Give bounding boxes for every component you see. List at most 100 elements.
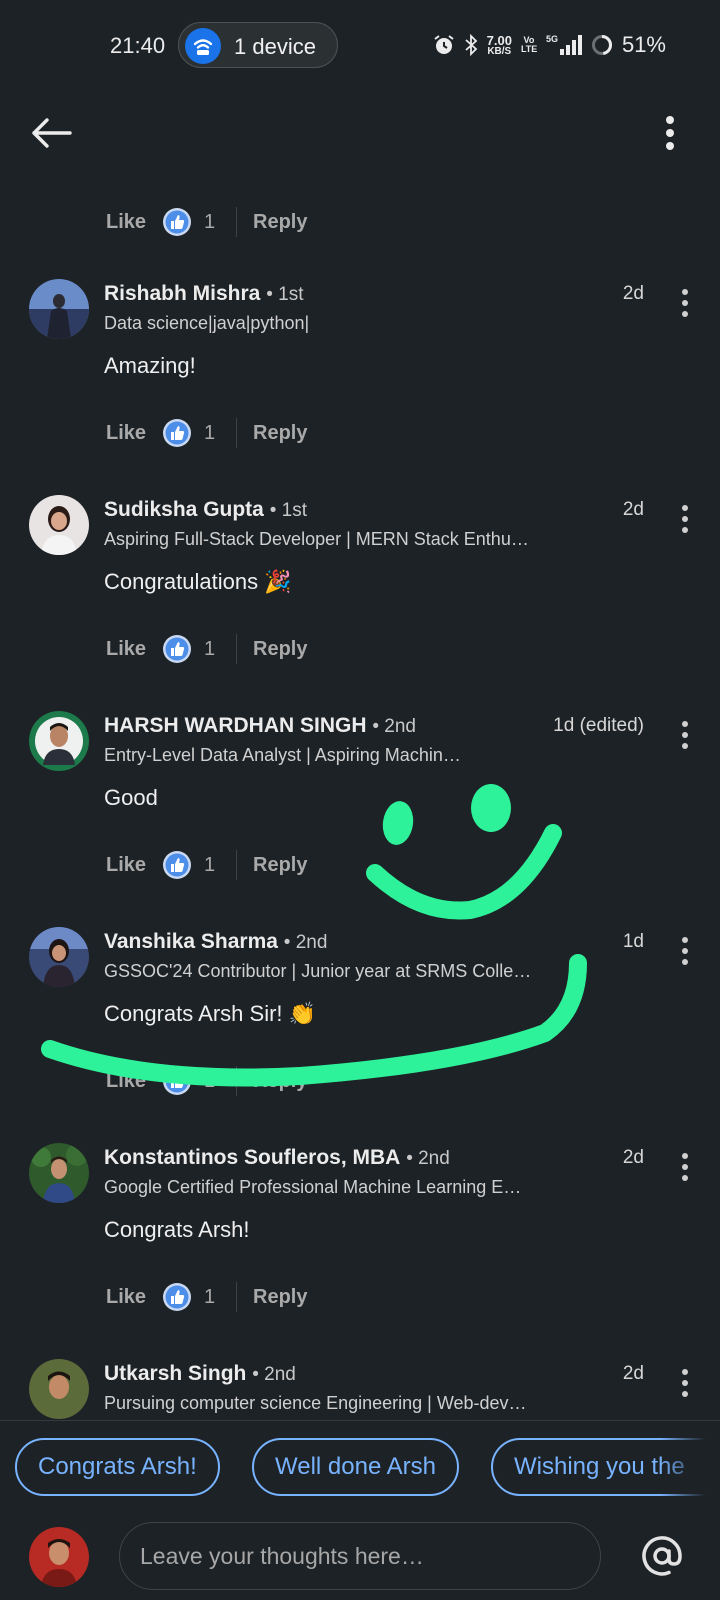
comment-item: HARSH WARDHAN SINGH • 2nd 1d (edited) En… bbox=[0, 711, 720, 927]
hotspot-icon bbox=[185, 28, 221, 64]
comment-text: Good bbox=[104, 785, 158, 810]
bluetooth-icon bbox=[465, 34, 477, 56]
author-name[interactable]: Vanshika Sharma bbox=[104, 930, 278, 953]
action-divider bbox=[236, 850, 237, 880]
author-headline: Entry-Level Data Analyst | Aspiring Mach… bbox=[104, 745, 461, 765]
action-divider bbox=[236, 418, 237, 448]
like-button[interactable]: Like bbox=[106, 1070, 162, 1093]
comment-more-icon[interactable] bbox=[670, 501, 700, 537]
like-button[interactable]: Like bbox=[106, 211, 162, 234]
comments-feed[interactable]: Like 1 Reply Rishabh Mishra • 1st 2d Dat… bbox=[0, 176, 720, 1420]
like-reaction-icon[interactable] bbox=[162, 207, 192, 237]
clock: 21:40 bbox=[110, 33, 166, 58]
comment-author-line: Rishabh Mishra • 1st bbox=[104, 282, 304, 306]
net-speed: 7.00 KB/S bbox=[487, 34, 512, 57]
comment-actions: Like 1 Reply bbox=[106, 1064, 307, 1098]
comment-author-line: HARSH WARDHAN SINGH • 2nd bbox=[104, 714, 416, 738]
avatar[interactable] bbox=[29, 495, 89, 555]
more-options-button[interactable] bbox=[650, 108, 690, 158]
author-headline: Pursuing computer science Engineering | … bbox=[104, 1393, 527, 1413]
reaction-count: 1 bbox=[204, 637, 216, 660]
author-headline: GSSOC'24 Contributor | Junior year at SR… bbox=[104, 961, 532, 981]
comment-text: Congratulations 🎉 bbox=[104, 569, 292, 594]
author-headline: Google Certified Professional Machine Le… bbox=[104, 1177, 522, 1197]
network-type: 5G bbox=[545, 34, 558, 44]
avatar[interactable] bbox=[29, 1359, 89, 1419]
more-vertical-icon bbox=[666, 116, 674, 150]
like-button[interactable]: Like bbox=[106, 1286, 162, 1309]
reaction-count: 1 bbox=[204, 421, 216, 444]
author-name[interactable]: Konstantinos Soufleros, MBA bbox=[104, 1146, 400, 1169]
reply-button[interactable]: Reply bbox=[253, 1286, 307, 1309]
network-indicator: 5G bbox=[546, 35, 582, 55]
like-reaction-icon[interactable] bbox=[162, 1282, 192, 1312]
connection-degree: • 2nd bbox=[283, 932, 328, 953]
comment-input-box[interactable] bbox=[119, 1522, 601, 1590]
comment-text: Congrats Arsh! bbox=[104, 1217, 250, 1242]
reaction-count: 1 bbox=[204, 1069, 216, 1092]
comment-author-line: Utkarsh Singh • 2nd bbox=[104, 1362, 296, 1386]
comment-time: 2d bbox=[622, 1363, 644, 1384]
comment-time: 1d (edited) bbox=[553, 715, 644, 736]
like-button[interactable]: Like bbox=[106, 638, 162, 661]
volte-indicator: Vo LTE bbox=[520, 35, 538, 54]
author-name[interactable]: Utkarsh Singh bbox=[104, 1362, 246, 1385]
net-speed-unit: KB/S bbox=[487, 45, 512, 57]
back-button[interactable] bbox=[28, 108, 78, 158]
comment-more-icon[interactable] bbox=[670, 285, 700, 321]
action-divider bbox=[236, 207, 237, 237]
alarm-icon bbox=[434, 35, 454, 54]
author-name[interactable]: Rishabh Mishra bbox=[104, 282, 260, 305]
connection-degree: • 1st bbox=[266, 284, 304, 305]
avatar[interactable] bbox=[29, 927, 89, 987]
like-button[interactable]: Like bbox=[106, 854, 162, 877]
signal-icon bbox=[559, 35, 582, 55]
connection-degree: • 2nd bbox=[372, 716, 416, 737]
comment-author-line: Sudiksha Gupta • 1st bbox=[104, 498, 307, 522]
reply-button[interactable]: Reply bbox=[253, 854, 307, 877]
avatar[interactable] bbox=[29, 279, 89, 339]
connection-degree: • 2nd bbox=[406, 1148, 450, 1169]
action-divider bbox=[236, 1282, 237, 1312]
action-divider bbox=[236, 1066, 237, 1096]
comment-more-icon[interactable] bbox=[670, 933, 700, 969]
comment-item: Rishabh Mishra • 1st 2d Data science|jav… bbox=[0, 279, 720, 495]
my-avatar bbox=[29, 1527, 89, 1587]
hotspot-pill[interactable]: 1 device bbox=[178, 22, 338, 68]
comment-more-icon[interactable] bbox=[670, 1365, 700, 1401]
net-speed-value: 7.00 bbox=[486, 32, 512, 48]
comment-more-icon[interactable] bbox=[670, 717, 700, 753]
like-button[interactable]: Like bbox=[106, 422, 162, 445]
author-headline: Data science|java|python| bbox=[104, 313, 310, 333]
comment-text: Congrats Arsh Sir! 👏 bbox=[104, 1001, 317, 1026]
comment-more-icon[interactable] bbox=[670, 1149, 700, 1185]
reply-button[interactable]: Reply bbox=[253, 638, 307, 661]
mention-at-icon[interactable] bbox=[638, 1529, 686, 1583]
comment-time: 2d bbox=[622, 283, 644, 304]
reaction-count: 1 bbox=[204, 853, 216, 876]
reply-button[interactable]: Reply bbox=[253, 1070, 307, 1093]
suggestion-chip[interactable]: Congrats Arsh! bbox=[15, 1438, 220, 1496]
avatar[interactable] bbox=[29, 711, 89, 771]
comment-item: Sudiksha Gupta • 1st 2d Aspiring Full-St… bbox=[0, 495, 720, 711]
comment-input[interactable] bbox=[140, 1537, 580, 1575]
author-name[interactable]: HARSH WARDHAN SINGH bbox=[104, 714, 367, 737]
comment-item: Konstantinos Soufleros, MBA • 2nd 2d Goo… bbox=[0, 1143, 720, 1359]
like-reaction-icon[interactable] bbox=[162, 1066, 192, 1096]
suggestion-chips: Congrats Arsh! Well done Arsh Wishing yo… bbox=[0, 1420, 720, 1512]
status-bar: 21:40 1 device 7.00 KB/S Vo LTE 5G 51% bbox=[0, 0, 720, 92]
comment-actions: Like 1 Reply bbox=[106, 1280, 307, 1314]
author-name[interactable]: Sudiksha Gupta bbox=[104, 498, 264, 521]
suggestion-chip[interactable]: Well done Arsh bbox=[252, 1438, 459, 1496]
like-reaction-icon[interactable] bbox=[162, 418, 192, 448]
author-headline: Aspiring Full-Stack Developer | MERN Sta… bbox=[104, 529, 529, 549]
like-reaction-icon[interactable] bbox=[162, 850, 192, 880]
reply-button[interactable]: Reply bbox=[253, 211, 307, 234]
comment-item: Vanshika Sharma • 2nd 1d GSSOC'24 Contri… bbox=[0, 927, 720, 1143]
avatar[interactable] bbox=[29, 1143, 89, 1203]
connection-degree: • 1st bbox=[269, 500, 307, 521]
reply-button[interactable]: Reply bbox=[253, 422, 307, 445]
comment-actions: Like 1 Reply bbox=[106, 632, 307, 666]
like-reaction-icon[interactable] bbox=[162, 634, 192, 664]
back-arrow-icon bbox=[32, 118, 72, 148]
